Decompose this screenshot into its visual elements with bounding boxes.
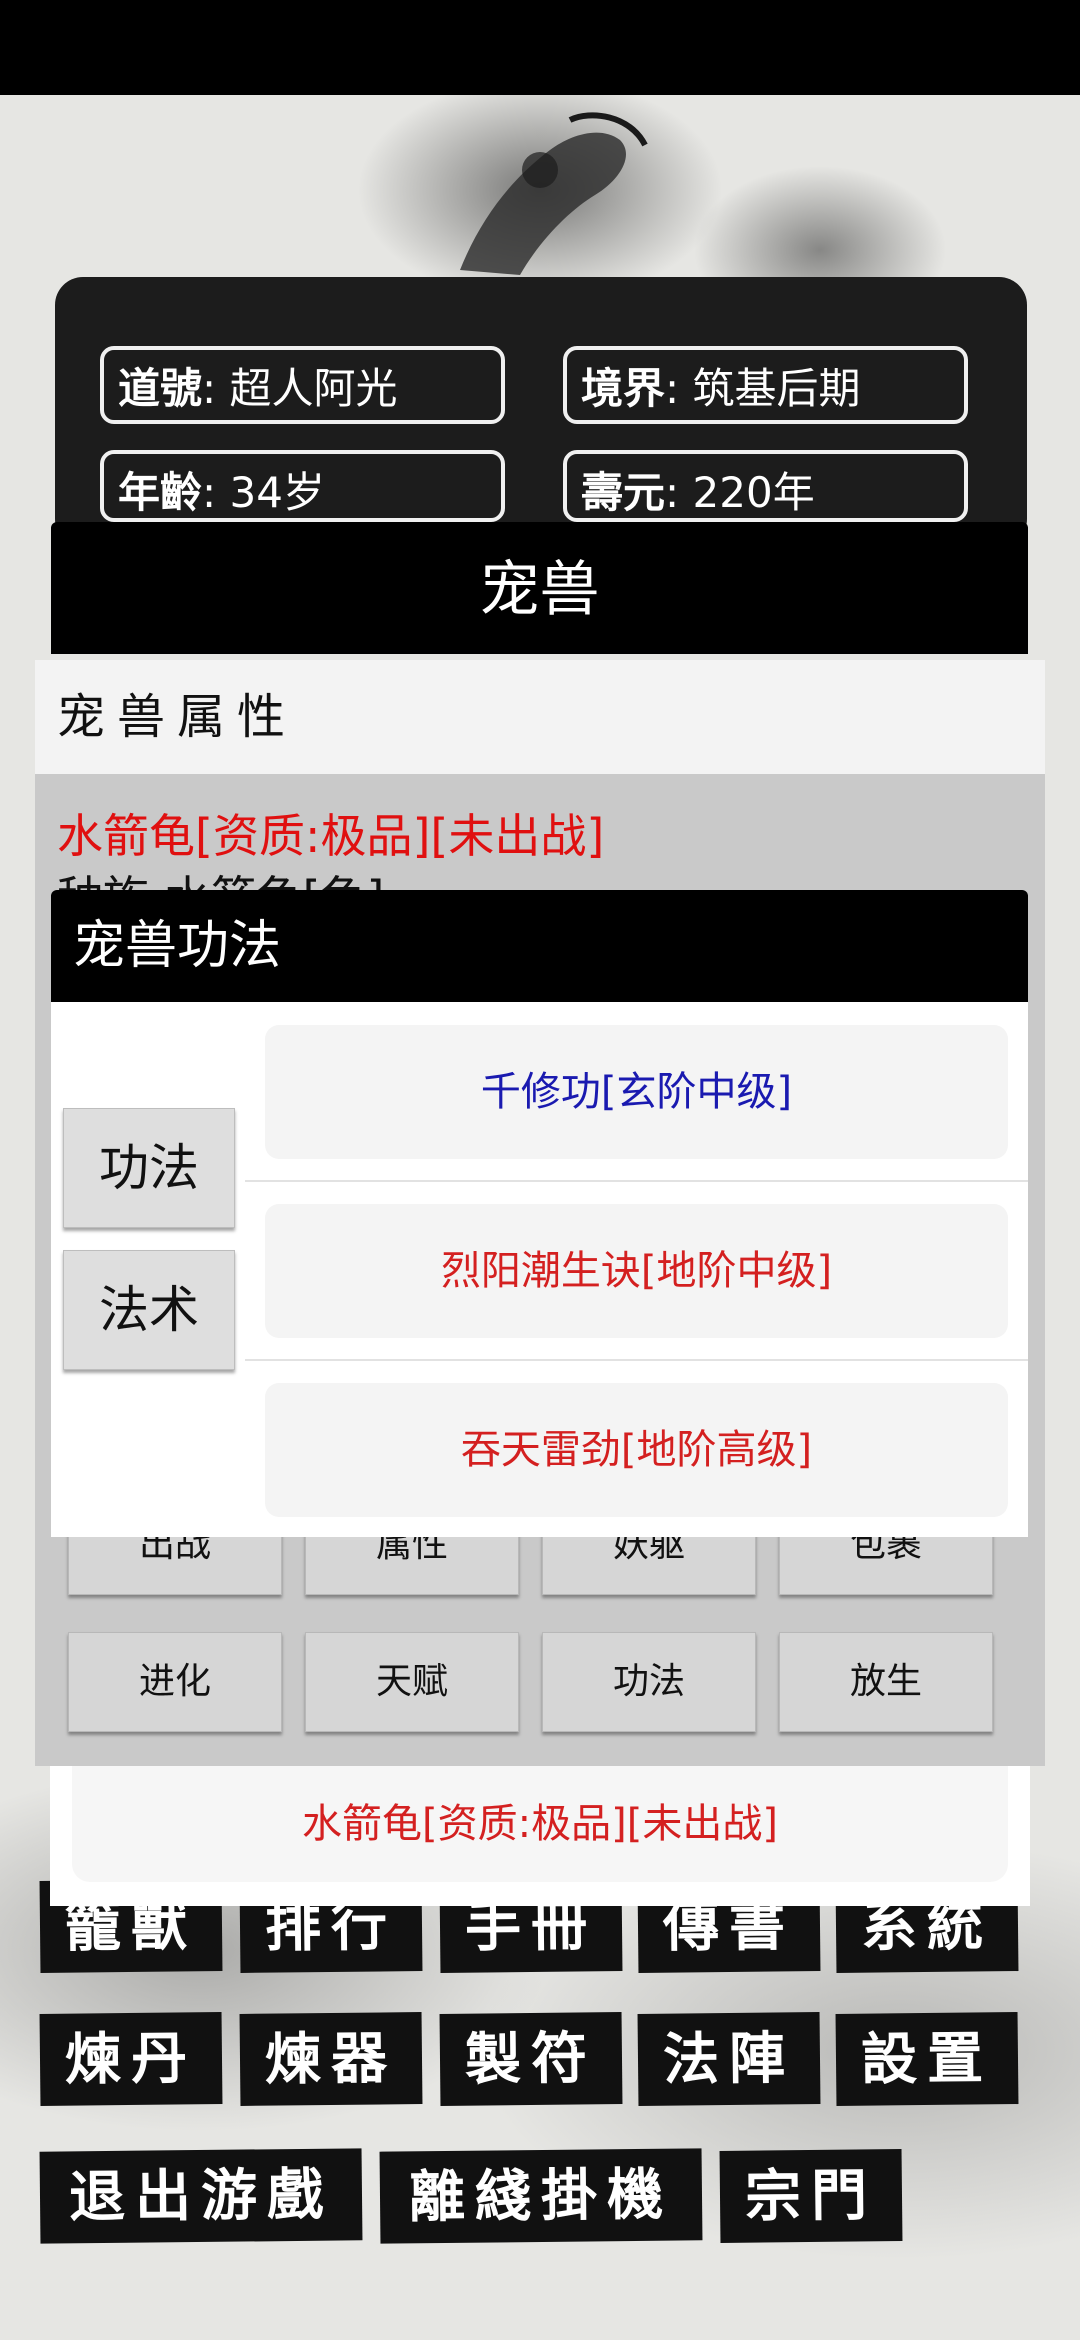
- skill-dialog-title: 宠兽功法: [51, 890, 1028, 1002]
- divider: [245, 1359, 1028, 1361]
- menu-button-exit-game[interactable]: 退出游戲: [39, 2148, 363, 2244]
- skills-button[interactable]: 功法: [542, 1632, 756, 1732]
- tab-spells[interactable]: 法术: [63, 1250, 235, 1370]
- menu-button-talisman[interactable]: 製符: [439, 2012, 623, 2106]
- lifespan-value: 220年: [692, 468, 815, 517]
- release-button[interactable]: 放生: [779, 1632, 993, 1732]
- lifespan-box: 壽元: 220年: [563, 450, 968, 522]
- menu-button-sect[interactable]: 宗門: [719, 2149, 903, 2243]
- skill-item[interactable]: 千修功[玄阶中级]: [265, 1025, 1008, 1159]
- menu-button-settings[interactable]: 設置: [835, 2012, 1019, 2106]
- pet-dialog-title: 宠兽: [51, 522, 1028, 654]
- lifespan-key: 壽元: [581, 468, 666, 517]
- talent-button[interactable]: 天赋: [305, 1632, 519, 1732]
- evolve-button[interactable]: 进化: [68, 1632, 282, 1732]
- menu-button-formation[interactable]: 法陣: [637, 2012, 821, 2106]
- status-bar: [0, 0, 1080, 95]
- ink-figure-illustration: [460, 112, 648, 275]
- pet-list-item[interactable]: 水箭龟[资质:极品][未出战]: [72, 1766, 1008, 1882]
- realm-value: 筑基后期: [692, 364, 861, 413]
- age-value: 34岁: [229, 468, 325, 517]
- pet-attributes-label: 宠兽属性: [35, 660, 1045, 774]
- realm-box: 境界: 筑基后期: [563, 346, 968, 424]
- daohao-value: 超人阿光: [229, 364, 398, 413]
- age-key: 年齡: [118, 468, 203, 517]
- daohao-box: 道號: 超人阿光: [100, 346, 505, 424]
- skill-item[interactable]: 吞天雷劲[地阶高级]: [265, 1383, 1008, 1517]
- realm-key: 境界: [581, 364, 666, 413]
- divider: [245, 1180, 1028, 1182]
- menu-button-offline-idle[interactable]: 離綫掛機: [379, 2148, 703, 2244]
- pet-name: 水箭龟[资质:极品][未出战]: [57, 809, 605, 863]
- skill-item[interactable]: 烈阳潮生诀[地阶中级]: [265, 1204, 1008, 1338]
- age-box: 年齡: 34岁: [100, 450, 505, 522]
- menu-button-alchemy[interactable]: 煉丹: [39, 2012, 223, 2106]
- tab-skills[interactable]: 功法: [63, 1108, 235, 1228]
- menu-button-forging[interactable]: 煉器: [239, 2012, 423, 2106]
- daohao-key: 道號: [118, 364, 203, 413]
